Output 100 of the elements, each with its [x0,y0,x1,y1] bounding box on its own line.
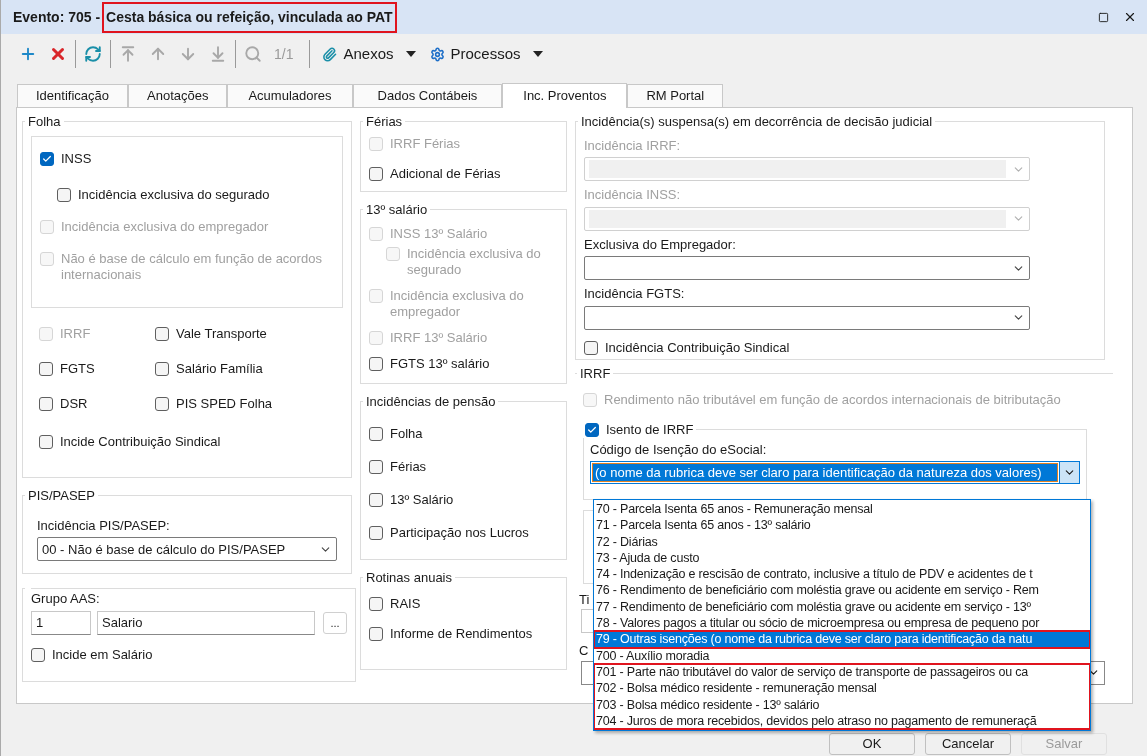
checkbox[interactable] [369,525,383,540]
checkbox-label: IRRF Férias [390,135,461,152]
dialog-button[interactable]: OK [829,733,915,755]
checkbox-label: FGTS 13º salário [390,355,490,372]
checkbox-label: Incidência exclusiva do empregador [61,218,269,235]
dropdown-option[interactable]: 71 - Parcela Isenta 65 anos - 13º salário [594,517,1090,534]
checkbox-label: Férias [390,458,427,475]
dropdown-option[interactable]: 70 - Parcela Isenta 65 anos - Remuneração mensal [594,501,1090,518]
checkbox-label: Folha [390,425,423,442]
checkbox[interactable] [369,166,383,181]
checkbox-label: Incide Contribuição Sindical [60,433,221,450]
field-label: C [579,642,589,660]
group-title: Rotinas anuais [365,569,453,587]
dropdown-field[interactable] [584,305,1030,330]
checkbox[interactable] [369,426,383,441]
window-title-prefix: Evento: 705 - [13,7,102,27]
window-title: Cesta básica ou refeição, vinculada ao PAT [104,3,395,31]
group-title: 13º salário [365,201,429,219]
group-title: IRRF [579,365,612,383]
field-label: Incidência FGTS: [584,285,686,303]
checkbox-label: IRRF [60,325,91,342]
dropdown-field[interactable]: (o nome da rubrica deve ser claro para identificação da natureza dos valores) [590,461,1080,484]
dropdown-option[interactable]: 72 - Diárias [594,533,1090,550]
menu-button[interactable]: Anexos [320,42,418,66]
gear-icon [429,46,445,62]
group-title: Folha [27,113,62,131]
checkbox-label: RAIS [390,595,421,612]
field-label: Código de Isenção do eSocial: [590,440,768,459]
checkbox[interactable] [39,434,53,449]
dropdown-option[interactable]: 703 - Bolsa médico residente - 13º salário [594,696,1090,713]
checkbox[interactable] [155,396,169,411]
checkbox[interactable] [31,647,45,662]
dropdown-option[interactable]: 77 - Rendimento de beneficiário com moléstia grave ou acidente em serviço - 13º [594,598,1090,616]
dropdown-option[interactable]: 73 - Ajuda de custo [594,549,1090,567]
checkbox-label: INSS 13º Salário [390,225,488,242]
dropdown-toggle[interactable] [1059,462,1079,483]
lookup-button[interactable]: ... [323,611,347,634]
dropdown-option[interactable]: 704 - Juros de mora recebidos, devidos pelo atraso no pagamento de remuneraçã [594,712,1090,730]
field-label: Incidência PIS/PASEP: [36,516,171,535]
dropdown-option[interactable]: 702 - Bolsa médico residente - remuneração mensal [594,680,1090,697]
menu-button[interactable]: Processos [427,42,545,66]
paperclip-icon [322,46,338,62]
checkbox[interactable] [585,422,599,437]
checkbox-label: Salário Família [176,360,263,377]
dropdown-field[interactable] [584,256,1030,280]
tab[interactable]: Anotações [128,84,228,107]
maximize-icon[interactable] [1098,11,1109,23]
plus-icon[interactable] [19,45,37,63]
checkbox[interactable] [155,326,169,341]
tab[interactable]: Dados Contábeis [352,84,503,107]
checkbox[interactable] [57,187,71,202]
checkbox[interactable] [39,396,53,411]
checkbox-label: 13º Salário [390,491,454,508]
dropdown-option[interactable]: 79 - Outras isenções (o nome da rubrica deve ser claro para identificação da natu [594,631,1090,648]
tab[interactable]: RM Portal [627,84,724,107]
checkbox-label: INSS [61,150,92,167]
checkbox-label: Informe de Rendimentos [390,625,533,642]
refresh-icon[interactable] [84,45,102,63]
group-title: Incidência(s) suspensa(s) em decorrência de decisão judicial [580,113,934,131]
checkbox[interactable] [369,596,383,611]
checkbox-label: Isento de IRRF [606,421,694,438]
checkbox[interactable] [39,361,53,376]
checkbox-label: Incide em Salário [52,646,153,663]
field-label: Grupo AAS: [31,590,101,608]
close-icon[interactable] [1123,10,1137,24]
checkbox[interactable] [369,356,383,371]
checkbox-label: Incidência exclusiva do empregador [390,287,525,320]
checkbox-label: PIS SPED Folha [176,395,273,412]
record-counter: 1/1 [274,44,295,64]
tab[interactable]: Inc. Proventos [502,83,628,108]
checkbox-label: DSR [60,395,88,412]
dropdown-option[interactable]: 701 - Parte não tributável do valor de serviço de transporte de passageiros ou ca [594,663,1090,681]
caret-icon [405,51,416,57]
dialog-button[interactable]: Cancelar [925,733,1011,755]
field-label: Incidência IRRF: [584,136,682,155]
checkbox-label: FGTS [60,360,95,377]
checkbox[interactable] [155,361,169,376]
field-label: Exclusiva do Empregador: [584,235,737,254]
name-field[interactable]: Salario [97,610,315,635]
caret-icon [532,51,543,57]
checkbox-label: Incidência Contribuição Sindical [605,339,790,356]
checkbox[interactable] [40,151,54,166]
check-icon [42,153,52,164]
selected-text: (o nome da rubrica deve ser claro para identificação da natureza dos valores) [593,464,1057,481]
checkbox[interactable] [369,459,383,474]
dropdown-option[interactable]: 78 - Valores pagos a titular ou sócio de microempresa ou empresa de pequeno por [594,615,1090,632]
checkbox[interactable] [584,340,598,355]
checkbox-label: Rendimento não tributável em função de acordos internacionais de bitributação [604,391,1061,408]
checkbox[interactable] [369,626,383,641]
field-label: Ti [579,590,590,609]
checkbox-label: IRRF 13º Salário [390,329,488,346]
tab[interactable]: Acumuladores [227,84,353,107]
checkbox[interactable] [369,492,383,507]
tab[interactable]: Identificação [17,84,128,107]
checkbox-label: Incidência exclusiva do segurado [407,245,542,278]
dropdown-option[interactable]: 76 - Rendimento de beneficiário com moléstia grave ou acidente em serviço - Rem [594,582,1090,599]
dropdown-option[interactable]: 700 - Auxílio moradia [594,647,1090,664]
code-field[interactable]: 1 [31,610,91,635]
dropdown-option[interactable]: 74 - Indenização e rescisão de contrato, inclusive a título de PDV e acidentes de t [594,566,1090,583]
dropdown-field[interactable]: 00 - Não é base de cálculo do PIS/PASEP [37,537,337,561]
